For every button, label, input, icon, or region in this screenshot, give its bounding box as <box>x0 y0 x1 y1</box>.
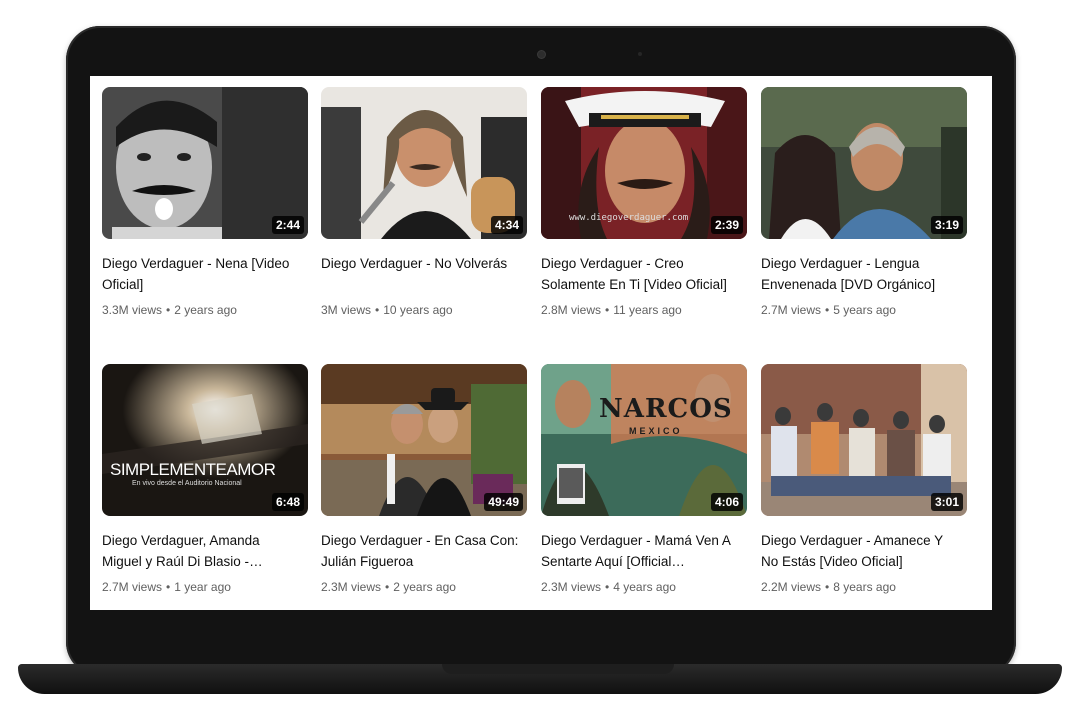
video-title[interactable]: Diego Verdaguer - Nena [Video Oficial] <box>102 253 302 295</box>
video-title[interactable]: Diego Verdaguer - Mamá Ven A Sentarte Aq… <box>541 530 741 572</box>
meta-separator: • <box>375 303 380 317</box>
video-thumbnail[interactable]: 3:01 <box>761 364 967 516</box>
video-card[interactable]: 3:19 Diego Verdaguer - Lengua Envenenada… <box>761 87 967 349</box>
upload-age: 1 year ago <box>174 580 231 594</box>
meta-separator: • <box>605 303 610 317</box>
video-thumbnail[interactable]: 49:49 <box>321 364 527 516</box>
view-count: 2.7M views <box>761 303 822 317</box>
video-thumbnail[interactable]: 4:34 <box>321 87 527 239</box>
video-meta: 2.7M views • 1 year ago <box>102 578 308 596</box>
video-card[interactable]: 4:34 Diego Verdaguer - No Volverás 3M vi… <box>321 87 527 349</box>
video-meta: 2.2M views • 8 years ago <box>761 578 967 596</box>
laptop-base-notch <box>442 664 674 674</box>
view-count: 3.3M views <box>102 303 163 317</box>
video-duration: 6:48 <box>271 493 304 511</box>
upload-age: 8 years ago <box>833 580 896 594</box>
webcam <box>538 51 545 58</box>
video-duration: 3:19 <box>930 216 963 234</box>
video-meta: 2.8M views • 11 years ago <box>541 301 747 319</box>
video-meta: 2.3M views • 2 years ago <box>321 578 527 596</box>
view-count: 2.7M views <box>102 580 163 594</box>
view-count: 2.8M views <box>541 303 602 317</box>
video-meta: 3M views • 10 years ago <box>321 301 527 319</box>
upload-age: 5 years ago <box>833 303 896 317</box>
view-count: 2.2M views <box>761 580 822 594</box>
video-card[interactable]: 49:49 Diego Verdaguer - En Casa Con: Jul… <box>321 364 527 610</box>
video-duration: 2:44 <box>271 216 304 234</box>
upload-age: 10 years ago <box>383 303 453 317</box>
upload-age: 2 years ago <box>393 580 456 594</box>
webcam-light <box>638 52 642 56</box>
thumbnail-subtitle-text: MEXICO <box>629 426 683 436</box>
laptop-screen: 2:44 Diego Verdaguer - Nena [Video Ofici… <box>90 76 992 610</box>
video-thumbnail[interactable]: SIMPLEMENTEAMOR En vivo desde el Auditor… <box>102 364 308 516</box>
video-duration: 4:34 <box>490 216 523 234</box>
thumbnail-title-text: SIMPLEMENTEAMOR <box>110 460 276 479</box>
meta-separator: • <box>825 303 830 317</box>
video-duration: 49:49 <box>484 493 523 511</box>
video-card[interactable]: 3:01 Diego Verdaguer - Amanece Y No Está… <box>761 364 967 610</box>
video-thumbnail[interactable]: 2:44 <box>102 87 308 239</box>
laptop-base <box>18 664 1062 694</box>
video-meta: 3.3M views • 2 years ago <box>102 301 308 319</box>
thumbnail-watermark: www.diegoverdaguer.com <box>569 213 689 223</box>
video-title[interactable]: Diego Verdaguer, Amanda Miguel y Raúl Di… <box>102 530 302 572</box>
meta-separator: • <box>385 580 390 594</box>
upload-age: 2 years ago <box>174 303 237 317</box>
upload-age: 4 years ago <box>613 580 676 594</box>
video-thumbnail[interactable]: www.diegoverdaguer.com 2:39 <box>541 87 747 239</box>
video-meta: 2.3M views • 4 years ago <box>541 578 747 596</box>
video-title[interactable]: Diego Verdaguer - No Volverás <box>321 253 521 274</box>
view-count: 2.3M views <box>541 580 602 594</box>
thumbnail-subtitle-text: En vivo desde el Auditorio Nacional <box>132 480 242 487</box>
video-duration: 2:39 <box>710 216 743 234</box>
video-thumbnail[interactable]: 3:19 <box>761 87 967 239</box>
video-card[interactable]: 2:44 Diego Verdaguer - Nena [Video Ofici… <box>102 87 308 349</box>
video-duration: 3:01 <box>930 493 963 511</box>
upload-age: 11 years ago <box>613 303 682 317</box>
video-title[interactable]: Diego Verdaguer - Amanece Y No Estás [Vi… <box>761 530 961 572</box>
video-card[interactable]: www.diegoverdaguer.com 2:39 Diego Verdag… <box>541 87 747 349</box>
view-count: 3M views <box>321 303 372 317</box>
video-duration: 4:06 <box>710 493 743 511</box>
video-card[interactable]: NARCOS MEXICO 4:06 Diego Verdaguer - Mam… <box>541 364 747 610</box>
meta-separator: • <box>605 580 610 594</box>
meta-separator: • <box>825 580 830 594</box>
video-title[interactable]: Diego Verdaguer - En Casa Con: Julián Fi… <box>321 530 521 572</box>
video-title[interactable]: Diego Verdaguer - Lengua Envenenada [DVD… <box>761 253 961 295</box>
meta-separator: • <box>166 303 171 317</box>
meta-separator: • <box>166 580 171 594</box>
view-count: 2.3M views <box>321 580 382 594</box>
video-meta: 2.7M views • 5 years ago <box>761 301 967 319</box>
video-card[interactable]: SIMPLEMENTEAMOR En vivo desde el Auditor… <box>102 364 308 610</box>
video-grid: 2:44 Diego Verdaguer - Nena [Video Ofici… <box>102 87 982 607</box>
video-thumbnail[interactable]: NARCOS MEXICO 4:06 <box>541 364 747 516</box>
video-title[interactable]: Diego Verdaguer - Creo Solamente En Ti [… <box>541 253 741 295</box>
thumbnail-title-text: NARCOS <box>599 394 733 424</box>
